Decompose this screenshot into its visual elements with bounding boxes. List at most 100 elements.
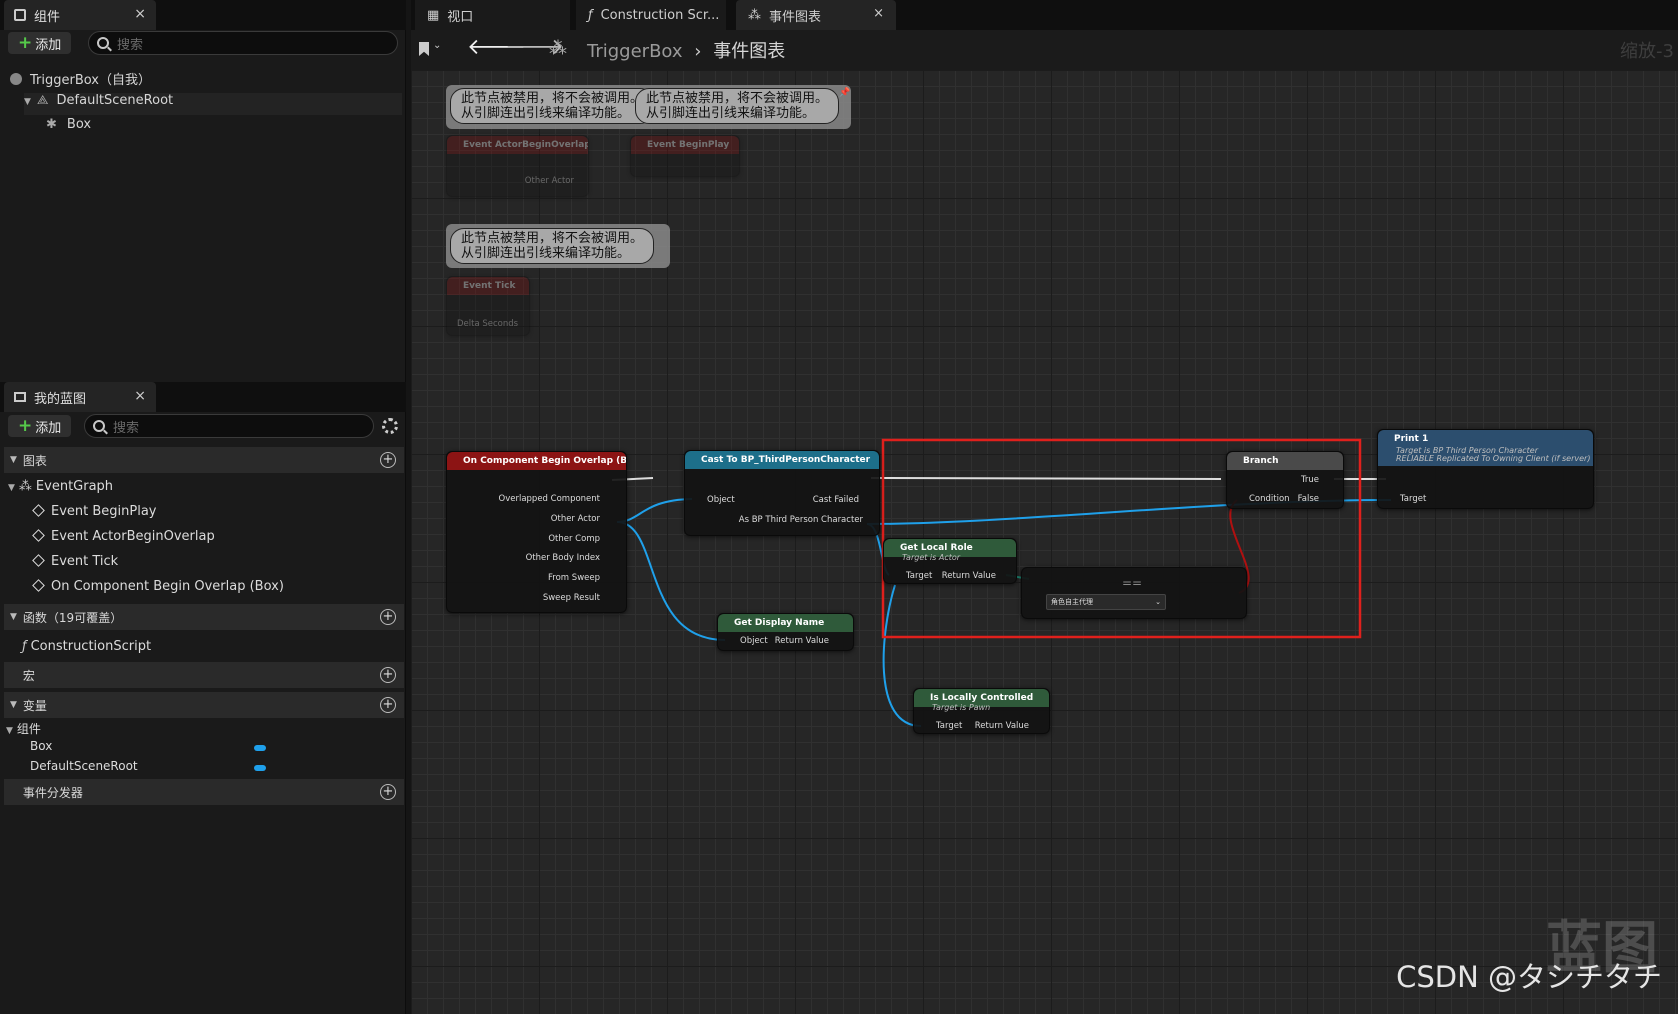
- plus-icon: +: [18, 33, 33, 53]
- tree-label: DefaultSceneRoot: [56, 93, 174, 108]
- event-graph-item[interactable]: ▼ ⁂ EventGraph: [8, 479, 113, 494]
- node-on-component-begin-overlap[interactable]: On Component Begin Overlap (Box) Overlap…: [446, 451, 627, 613]
- pin-label: Target: [936, 721, 963, 731]
- node-title: Get Display Name: [718, 614, 853, 632]
- chevron-down-icon: ▼: [10, 455, 17, 465]
- event-label: Event Tick: [51, 554, 119, 569]
- pin-label: Object: [707, 495, 735, 505]
- gear-icon[interactable]: [382, 418, 398, 434]
- event-item-componentbeginoverlap[interactable]: On Component Begin Overlap (Box): [32, 579, 284, 594]
- node-print[interactable]: Print 1 Target is BP Third Person Charac…: [1377, 429, 1594, 509]
- tab-viewport[interactable]: ▦ 视口: [415, 0, 570, 30]
- components-icon: [14, 9, 26, 21]
- node-title: Branch: [1227, 452, 1343, 470]
- viewport-icon: ▦: [427, 7, 440, 23]
- close-icon[interactable]: ×: [134, 6, 146, 22]
- node-title: On Component Begin Overlap (Box): [447, 452, 626, 470]
- watermark-text: CSDN @タシチタチ: [1396, 960, 1662, 994]
- breadcrumb-root[interactable]: TriggerBox: [587, 41, 683, 62]
- section-dispatchers[interactable]: ▼事件分发器 +: [4, 779, 404, 805]
- node-event-beginplay[interactable]: Event BeginPlay: [630, 135, 740, 177]
- section-functions[interactable]: ▼ 函数（19可覆盖） +: [4, 604, 404, 630]
- components-tab-label: 组件: [34, 9, 61, 25]
- section-macros[interactable]: ▼宏 +: [4, 662, 404, 688]
- add-component-button[interactable]: + 添加: [8, 32, 72, 54]
- add-blueprint-item-button[interactable]: + 添加: [8, 415, 72, 437]
- enum-dropdown[interactable]: 角色自主代理 ⌄: [1046, 594, 1166, 610]
- event-item-tick[interactable]: Event Tick: [32, 554, 119, 569]
- node-event-tick[interactable]: Event Tick Delta Seconds: [446, 276, 530, 336]
- add-variable-icon[interactable]: +: [380, 697, 396, 713]
- scene-root-icon: ⟁: [36, 93, 49, 108]
- section-graphs[interactable]: ▼ 图表 +: [4, 447, 404, 473]
- disabled-note-2: 此节点被禁用，将不会被调用。 从引脚连出引线来编译功能。: [635, 88, 840, 124]
- close-icon[interactable]: ×: [134, 388, 146, 404]
- tree-item-box[interactable]: ✱ Box: [46, 117, 91, 132]
- section-variables[interactable]: ▼ 变量 +: [4, 692, 404, 718]
- tree-item-triggerbox[interactable]: TriggerBox（自我）: [10, 69, 151, 88]
- blueprint-tab-label: 我的蓝图: [34, 391, 87, 407]
- section-label: 函数（19可覆盖）: [22, 610, 123, 625]
- tree-label: TriggerBox（自我）: [30, 73, 151, 88]
- graph-icon: ⁂: [18, 479, 32, 494]
- function-icon: ƒ: [22, 639, 27, 654]
- node-title: Event Tick: [447, 277, 529, 295]
- section-label: 事件分发器: [22, 785, 83, 800]
- pin-label: Cast Failed: [812, 495, 859, 505]
- chevron-down-icon: ▼: [8, 483, 15, 493]
- tab-construction-script-label[interactable]: ƒ Construction Scr...: [576, 0, 726, 30]
- event-item-beginplay[interactable]: Event BeginPlay: [32, 504, 157, 519]
- node-is-locally-controlled[interactable]: Is Locally Controlled Target is Pawn Tar…: [913, 688, 1050, 734]
- event-graph-canvas[interactable]: 此节点被禁用，将不会被调用。 从引脚连出引线来编译功能。 此节点被禁用，将不会被调…: [411, 70, 1678, 1014]
- add-function-icon[interactable]: +: [380, 609, 396, 625]
- section-label: 变量: [22, 698, 47, 713]
- chevron-down-icon: ▼: [24, 97, 31, 107]
- dropdown-value: 角色自主代理: [1051, 598, 1093, 606]
- add-macro-icon[interactable]: +: [380, 667, 396, 683]
- event-icon: [32, 554, 45, 567]
- tab-my-blueprint[interactable]: 我的蓝图 ×: [4, 382, 156, 412]
- node-get-local-role[interactable]: Get Local Role Target is Actor Target Re…: [883, 538, 1017, 584]
- add-dispatcher-icon[interactable]: +: [380, 784, 396, 800]
- equal-symbol: ==: [1122, 576, 1143, 590]
- event-label: Event ActorBeginOverlap: [51, 529, 215, 544]
- tab-components[interactable]: 组件 ×: [4, 0, 156, 30]
- bookmark-icon[interactable]: [419, 42, 429, 56]
- plus-icon: +: [18, 416, 33, 436]
- blueprint-tabbar: 我的蓝图 ×: [0, 382, 406, 412]
- blueprint-search-input[interactable]: 搜索: [84, 414, 374, 438]
- variable-group-components[interactable]: ▼ 组件: [6, 720, 41, 737]
- book-icon: [14, 392, 26, 402]
- components-search-input[interactable]: 搜索: [88, 31, 398, 55]
- function-item-constructionscript[interactable]: ƒ ConstructionScript: [22, 639, 151, 654]
- pin-label: Target: [1400, 494, 1427, 504]
- node-branch[interactable]: Branch True Condition False: [1226, 451, 1344, 509]
- tab-event-graph[interactable]: ⁂ 事件图表 ×: [736, 0, 896, 30]
- note-line: 此节点被禁用，将不会被调用。: [646, 91, 829, 106]
- breadcrumb: TriggerBox › 事件图表: [587, 37, 785, 63]
- breadcrumb-current[interactable]: 事件图表: [713, 41, 785, 62]
- add-label: 添加: [35, 420, 62, 436]
- tree-item-defaultsceneroot[interactable]: ▼ ⟁ DefaultSceneRoot: [24, 93, 402, 115]
- variable-item-box[interactable]: Box: [30, 739, 52, 753]
- graph-breadcrumb-icon: ⁂: [549, 38, 567, 59]
- node-get-display-name[interactable]: Get Display Name Object Return Value: [717, 613, 854, 651]
- pin-label: Other Comp: [548, 534, 600, 544]
- add-graph-icon[interactable]: +: [380, 452, 396, 468]
- node-cast-to-character[interactable]: Cast To BP_ThirdPersonCharacter Object C…: [684, 450, 880, 536]
- graph-toolbar: ▦ 视口 ƒ Construction Scr... ⁂ 事件图表 × ⌄ 🡐 🡒 ⁂…: [411, 0, 1678, 70]
- variable-item-defaultsceneroot[interactable]: DefaultSceneRoot: [30, 759, 138, 773]
- event-item-actorbeginoverlap[interactable]: Event ActorBeginOverlap: [32, 529, 215, 544]
- node-equal-enum[interactable]: == 角色自主代理 ⌄: [1021, 567, 1247, 619]
- close-icon[interactable]: ×: [873, 6, 884, 21]
- pin-icon[interactable]: 📌: [839, 88, 850, 98]
- section-label: 图表: [22, 453, 47, 468]
- note-line: 从引脚连出引线来编译功能。: [461, 246, 631, 261]
- variable-label: Box: [30, 739, 53, 753]
- chevron-down-icon: ▼: [6, 726, 13, 736]
- pin-label: Other Actor: [550, 514, 600, 524]
- pin-label: Return Value: [774, 636, 829, 646]
- event-icon: [32, 529, 45, 542]
- node-event-actorbeginoverlap[interactable]: Event ActorBeginOverlap Other Actor: [446, 135, 589, 197]
- chevron-down-icon[interactable]: ⌄: [433, 40, 441, 51]
